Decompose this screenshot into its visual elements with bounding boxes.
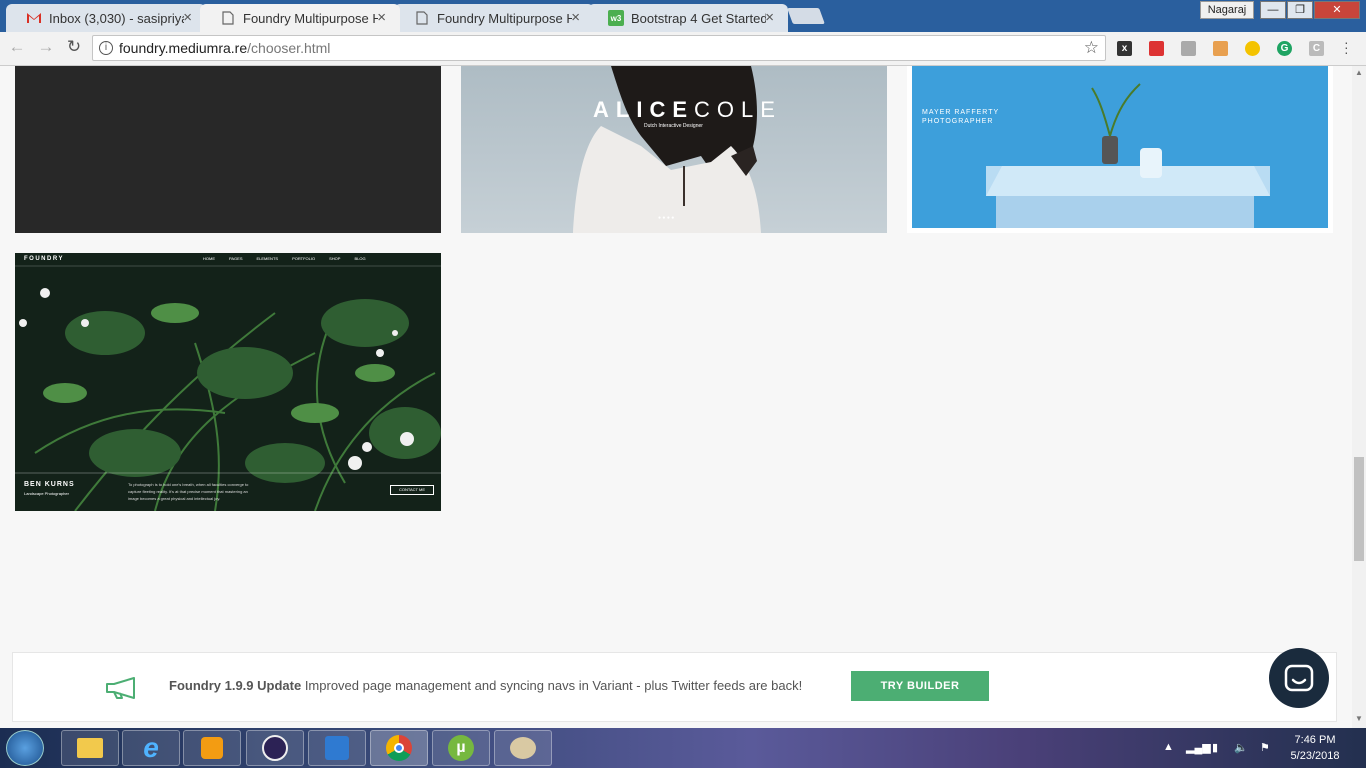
bookmark-extension-icon[interactable] xyxy=(1149,41,1164,56)
banner-message: Foundry 1.9.9 Update Improved page manag… xyxy=(169,678,802,693)
close-icon[interactable]: × xyxy=(571,9,580,26)
alice-subtitle: Dutch Interactive Designer xyxy=(644,123,703,129)
tab-label: Foundry Multipurpose HTML xyxy=(437,10,572,26)
tray-arrow-icon[interactable]: ▲ xyxy=(1163,741,1174,753)
bookmark-star-icon[interactable]: ☆ xyxy=(1084,36,1099,60)
clock-time: 7:46 PM xyxy=(1294,734,1336,746)
portrait-image xyxy=(461,66,887,233)
windows-taskbar: e µ ▲ ▂▄▆ ▮ 🔈 ⚑ 7:46 PM 5/23/2018 xyxy=(0,728,1366,768)
action-center-icon[interactable]: ⚑ xyxy=(1260,741,1270,754)
template-thumbnail-ben-kurns[interactable]: FOUNDRY HOME PAGES ELEMENTS PORTFOLIO SH… xyxy=(15,253,441,511)
foundry-logo: FOUNDRY xyxy=(24,256,64,262)
ben-role: Landscape Photographer xyxy=(24,491,69,496)
media-player-taskbar-icon[interactable] xyxy=(183,730,241,766)
minimize-button[interactable]: — xyxy=(1260,1,1286,19)
tab-bootstrap[interactable]: w3 Bootstrap 4 Get Started × xyxy=(588,4,788,32)
try-builder-button[interactable]: TRY BUILDER xyxy=(851,671,989,701)
page-viewport: ALICECOLE Dutch Interactive Designer ● ●… xyxy=(0,66,1352,728)
page-icon xyxy=(414,10,430,26)
nav-portfolio: PORTFOLIO xyxy=(292,256,316,261)
reload-button[interactable]: ↻ xyxy=(63,37,85,57)
mayer-role: PHOTOGRAPHER xyxy=(922,118,994,125)
update-banner: Foundry 1.9.9 Update Improved page manag… xyxy=(12,652,1337,722)
nav-shop: SHOP xyxy=(329,256,341,261)
alice-title: ALICE xyxy=(593,97,694,122)
template-thumbnail-alice-cole[interactable]: ALICECOLE Dutch Interactive Designer ● ●… xyxy=(461,66,887,233)
gmail-icon xyxy=(26,10,42,26)
banner-text: Improved page management and syncing nav… xyxy=(301,678,803,693)
w3-icon: w3 xyxy=(608,10,624,26)
scrollbar-thumb[interactable] xyxy=(1354,457,1364,561)
start-button[interactable] xyxy=(6,730,44,766)
fern-image xyxy=(15,253,441,511)
palette-extension-icon[interactable] xyxy=(1213,41,1228,56)
contact-me-button: CONTACT ME xyxy=(390,485,434,495)
nav-blog: BLOG xyxy=(354,256,366,261)
scroll-down-icon[interactable]: ▼ xyxy=(1355,714,1363,723)
browser-titlebar: Inbox (3,030) - sasipriyag × Foundry Mul… xyxy=(0,0,1366,32)
ie-taskbar-icon[interactable]: e xyxy=(122,730,180,766)
social-icons: ● ● ● ● xyxy=(658,215,675,221)
new-tab-button[interactable] xyxy=(787,8,825,24)
ben-name: BEN KURNS xyxy=(24,481,75,488)
chrome-taskbar-icon[interactable] xyxy=(370,730,428,766)
close-icon[interactable]: × xyxy=(183,9,192,26)
template-thumbnail-dark[interactable] xyxy=(15,66,441,233)
tab-label: Foundry Multipurpose HTML xyxy=(243,10,378,26)
volume-icon[interactable]: 🔈 xyxy=(1234,741,1248,754)
ben-blurb: To photograph is to hold one's breath, w… xyxy=(128,482,249,501)
foundry-nav: HOME PAGES ELEMENTS PORTFOLIO SHOP BLOG xyxy=(203,256,366,261)
tab-foundry[interactable]: Foundry Multipurpose HTML × xyxy=(394,4,594,32)
c-extension-icon[interactable]: C xyxy=(1309,41,1324,56)
x-extension-icon[interactable]: x xyxy=(1117,41,1132,56)
nav-pages: PAGES xyxy=(229,256,243,261)
tab-label: Bootstrap 4 Get Started xyxy=(631,10,766,26)
clock-date: 5/23/2018 xyxy=(1290,750,1340,762)
tab-foundry-active[interactable]: Foundry Multipurpose HTML × xyxy=(200,4,400,32)
megaphone-icon xyxy=(106,677,135,699)
close-window-button[interactable]: ✕ xyxy=(1314,1,1360,19)
network-icon[interactable]: ▂▄▆ xyxy=(1186,741,1211,754)
mayer-name: MAYER RAFFERTY xyxy=(922,109,1000,116)
url-host: foundry.mediumra.re xyxy=(119,40,248,56)
battery-icon[interactable]: ▮ xyxy=(1212,741,1218,754)
chat-launcher-button[interactable] xyxy=(1269,648,1329,708)
scroll-up-icon[interactable]: ▲ xyxy=(1355,68,1363,77)
banner-title: Foundry 1.9.9 Update xyxy=(169,678,302,693)
url-path: /chooser.html xyxy=(247,40,331,56)
eclipse-taskbar-icon[interactable] xyxy=(246,730,304,766)
blue-wall-image xyxy=(912,66,1328,228)
profile-button[interactable]: Nagaraj xyxy=(1200,1,1254,19)
template-thumbnail-mayer-rafferty[interactable]: MAYER RAFFERTY PHOTOGRAPHER xyxy=(907,66,1333,233)
tab-inbox[interactable]: Inbox (3,030) - sasipriyag × xyxy=(6,4,206,32)
chat-icon xyxy=(1284,664,1314,692)
close-icon[interactable]: × xyxy=(377,9,386,26)
vertical-scrollbar[interactable]: ▲ ▼ xyxy=(1352,66,1366,728)
utorrent-taskbar-icon[interactable]: µ xyxy=(432,730,490,766)
restore-button[interactable]: ❐ xyxy=(1287,1,1313,19)
page-icon xyxy=(220,10,236,26)
nav-elements: ELEMENTS xyxy=(256,256,279,261)
grammarly-icon[interactable]: G xyxy=(1277,41,1292,56)
vscode-taskbar-icon[interactable] xyxy=(308,730,366,766)
moon-extension-icon[interactable] xyxy=(1245,41,1260,56)
back-button[interactable]: ← xyxy=(6,37,28,57)
info-icon[interactable]: i xyxy=(99,41,113,55)
grid-extension-icon[interactable] xyxy=(1181,41,1196,56)
explorer-taskbar-icon[interactable] xyxy=(61,730,119,766)
alice-title2: COLE xyxy=(694,97,782,122)
address-bar[interactable]: i foundry.mediumra.re/chooser.html ☆ xyxy=(92,35,1106,61)
nav-home: HOME xyxy=(203,256,215,261)
forward-button[interactable]: → xyxy=(35,37,57,57)
menu-icon[interactable]: · · · xyxy=(1344,35,1350,59)
browser-toolbar: ← → ↻ i foundry.mediumra.re/chooser.html… xyxy=(0,32,1366,66)
paint-taskbar-icon[interactable] xyxy=(494,730,552,766)
clock[interactable]: 7:46 PM 5/23/2018 xyxy=(1280,732,1350,764)
tab-label: Inbox (3,030) - sasipriyag xyxy=(49,10,184,26)
close-icon[interactable]: × xyxy=(765,9,774,26)
